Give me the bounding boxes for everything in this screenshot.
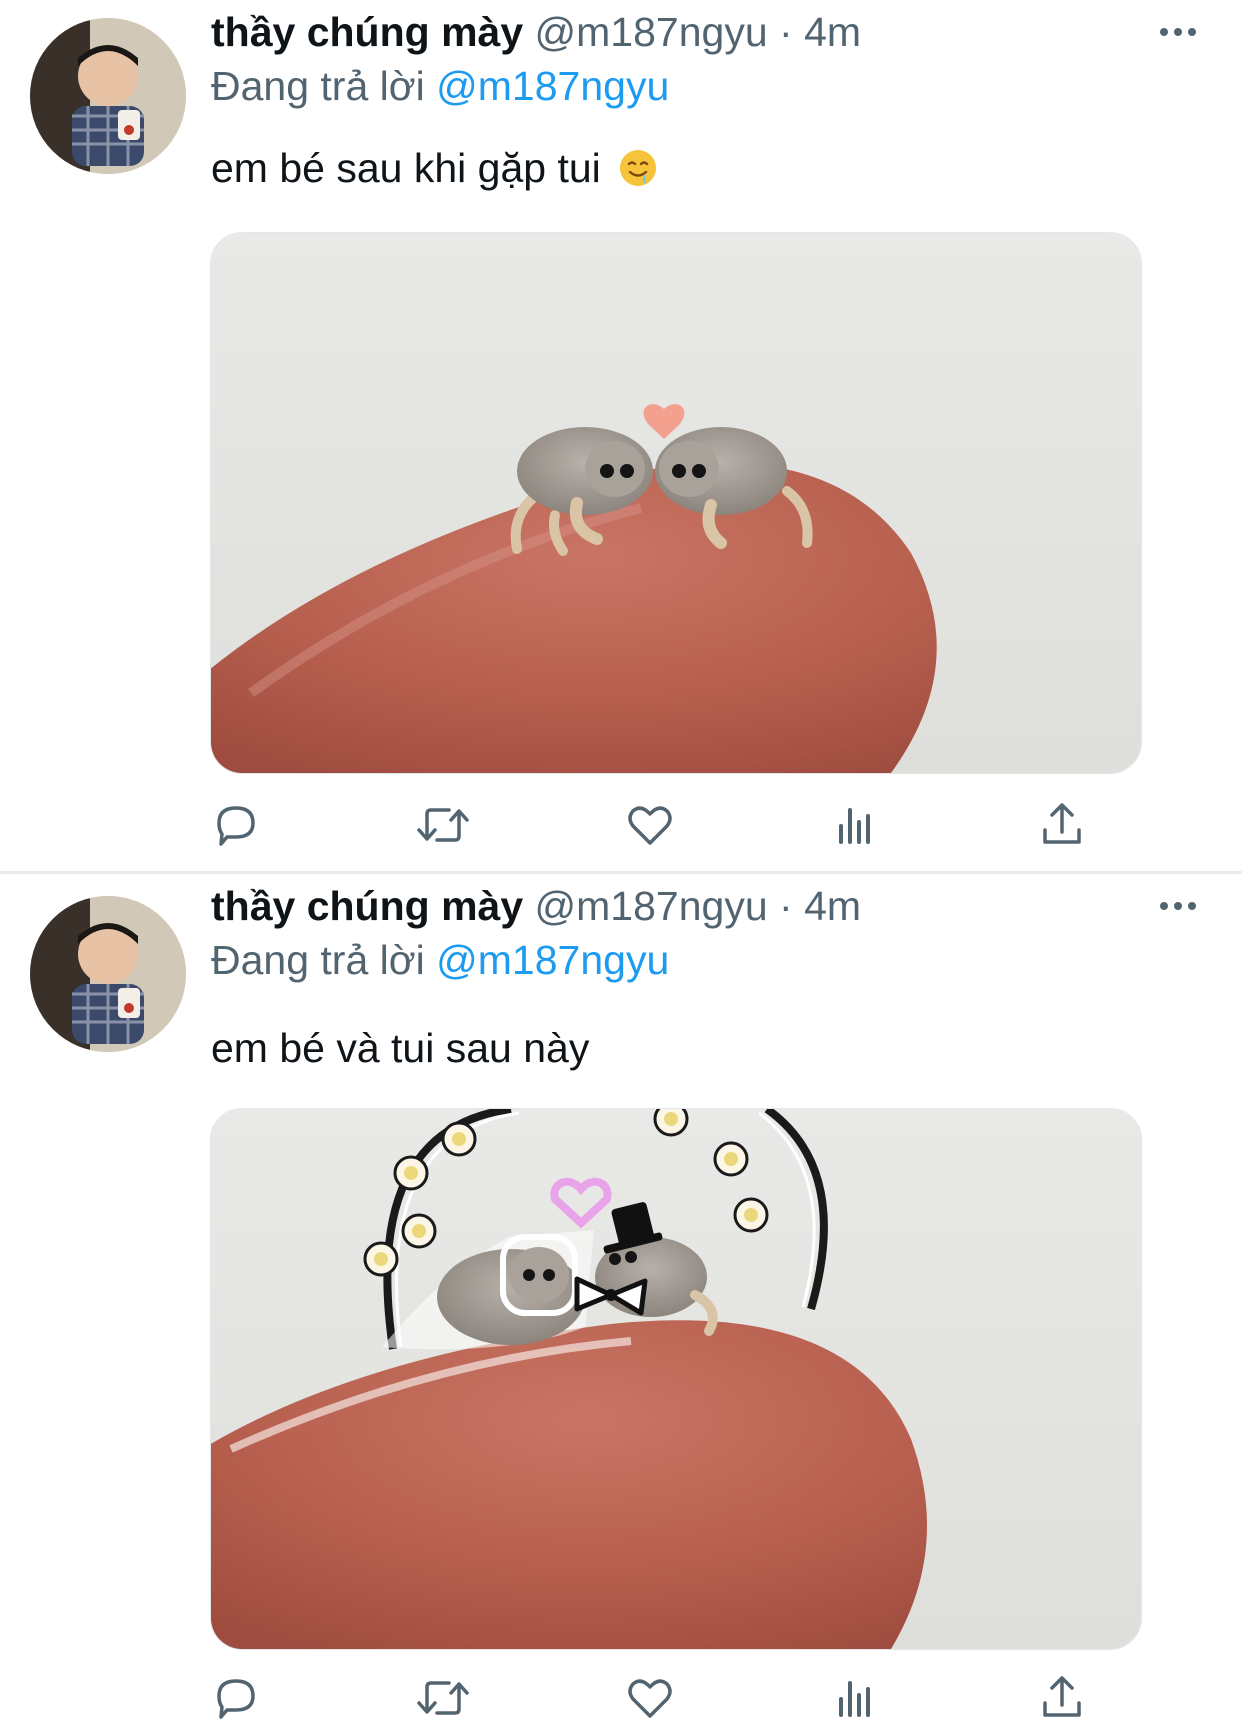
- like-icon[interactable]: [620, 1668, 680, 1728]
- retweet-icon[interactable]: [413, 795, 473, 855]
- tweet-text: em bé sau khi gặp tui: [211, 144, 658, 198]
- reply-prefix: Đang trả lời: [211, 937, 425, 983]
- like-icon[interactable]: [620, 795, 680, 855]
- tweet-2[interactable]: thầy chúng mày @m187ngyu · 4m Đang trả l…: [0, 874, 1242, 1734]
- handle[interactable]: @m187ngyu: [535, 883, 768, 929]
- timestamp[interactable]: 4m: [804, 883, 861, 929]
- reply-mention[interactable]: @m187ngyu: [436, 937, 669, 983]
- tweet-header: thầy chúng mày @m187ngyu · 4m: [211, 8, 861, 56]
- avatar[interactable]: [30, 18, 186, 174]
- separator-dot: ·: [779, 9, 793, 55]
- more-options-icon[interactable]: [1158, 22, 1198, 42]
- action-bar: [0, 795, 1242, 855]
- tweet-1[interactable]: thầy chúng mày @m187ngyu · 4m Đang trả l…: [0, 0, 1242, 872]
- display-name[interactable]: thầy chúng mày: [211, 883, 523, 929]
- action-bar: [0, 1668, 1242, 1728]
- reply-mention[interactable]: @m187ngyu: [436, 63, 669, 109]
- share-icon[interactable]: [1032, 1668, 1092, 1728]
- separator-dot: ·: [779, 883, 793, 929]
- tweet-text-content: em bé sau khi gặp tui: [211, 145, 601, 191]
- avatar[interactable]: [30, 896, 186, 1052]
- handle[interactable]: @m187ngyu: [535, 9, 768, 55]
- reply-context: Đang trả lời @m187ngyu: [211, 62, 669, 110]
- more-options-icon[interactable]: [1158, 896, 1198, 916]
- tweet-text: em bé và tui sau này: [211, 1024, 589, 1072]
- display-name[interactable]: thầy chúng mày: [211, 9, 523, 55]
- tweet-media-image[interactable]: [210, 232, 1142, 774]
- share-icon[interactable]: [1032, 795, 1092, 855]
- views-icon[interactable]: [826, 795, 886, 855]
- retweet-icon[interactable]: [413, 1668, 473, 1728]
- reply-icon[interactable]: [206, 795, 266, 855]
- tweet-header: thầy chúng mày @m187ngyu · 4m: [211, 882, 861, 930]
- reply-prefix: Đang trả lời: [211, 63, 425, 109]
- reply-context: Đang trả lời @m187ngyu: [211, 936, 669, 984]
- drooling-face-icon: [618, 148, 658, 198]
- reply-icon[interactable]: [206, 1668, 266, 1728]
- tweet-media-image[interactable]: [210, 1108, 1142, 1650]
- timestamp[interactable]: 4m: [804, 9, 861, 55]
- views-icon[interactable]: [826, 1668, 886, 1728]
- tweet-text-content: em bé và tui sau này: [211, 1025, 590, 1071]
